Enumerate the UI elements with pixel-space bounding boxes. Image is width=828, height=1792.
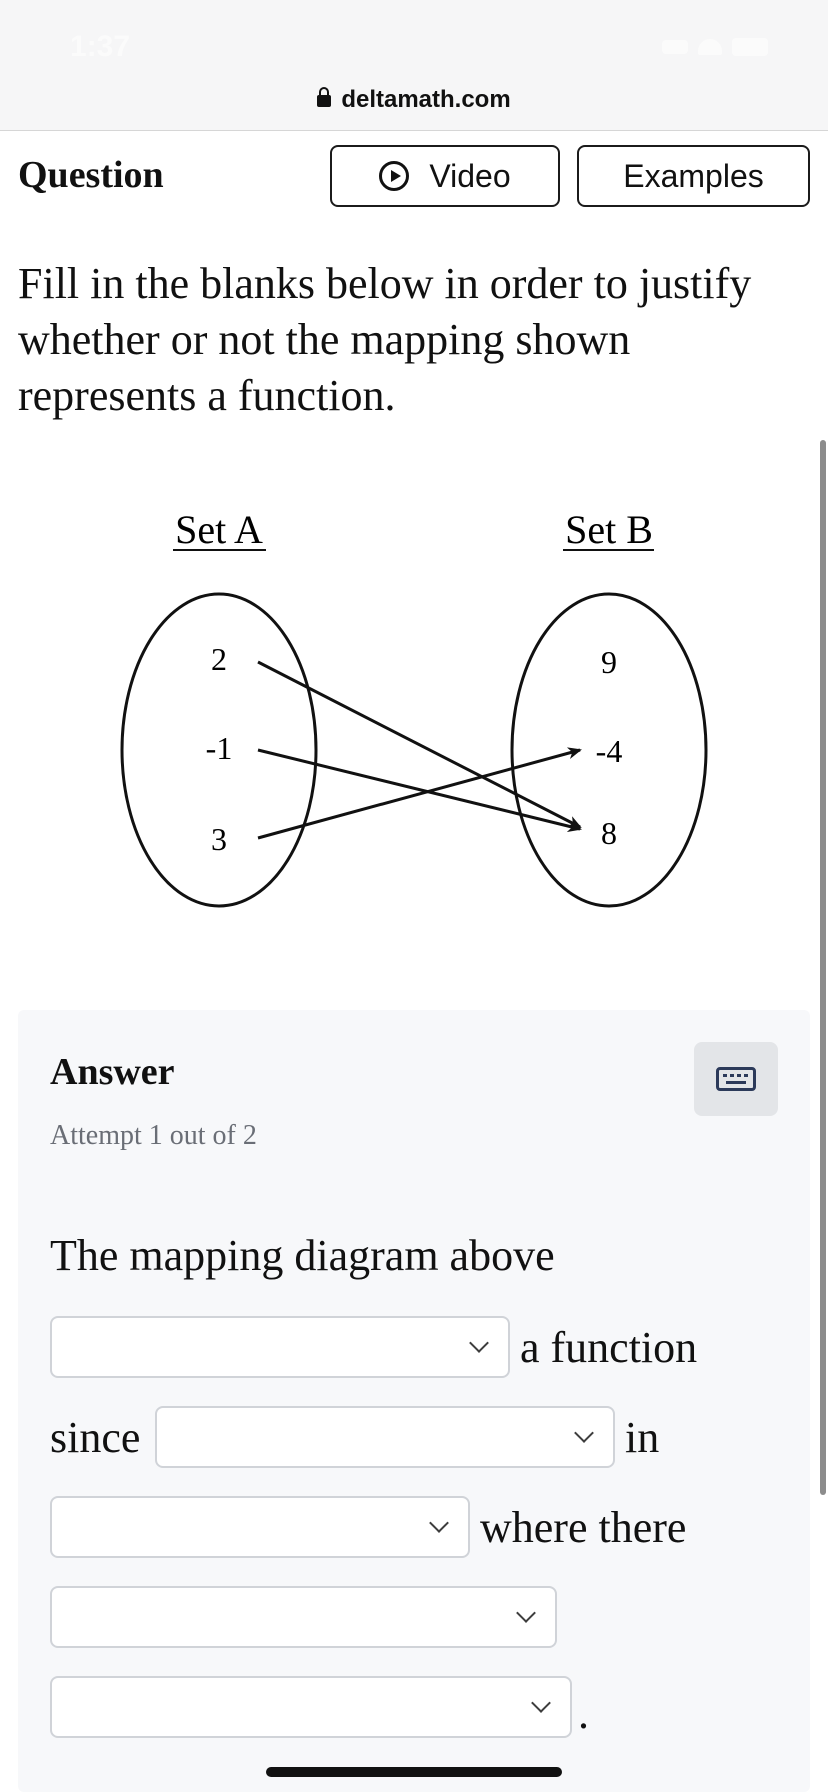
wifi-icon: [698, 39, 722, 55]
chevron-down-icon: [531, 1693, 551, 1713]
dropdown-reason[interactable]: [155, 1406, 615, 1468]
dropdown-detail[interactable]: [50, 1676, 572, 1738]
set-a-element: -1: [206, 730, 233, 766]
answer-heading: Answer: [50, 1051, 175, 1093]
answer-panel: Answer Attempt 1 out of 2 The mapping di…: [18, 1010, 810, 1792]
battery-icon: [732, 38, 768, 56]
keyboard-icon: [716, 1067, 756, 1091]
status-time: 1:37: [70, 30, 131, 63]
mapping-diagram: Set A Set B 2 -1 3 9 -4 8: [0, 500, 828, 940]
set-a-label: Set A: [175, 507, 263, 552]
video-button-label: Video: [429, 157, 511, 194]
mapping-diagram-svg: Set A Set B 2 -1 3 9 -4 8: [120, 507, 708, 908]
set-a-element: 2: [211, 641, 227, 677]
chevron-down-icon: [516, 1603, 536, 1623]
text-period: .: [578, 1689, 589, 1738]
scrollbar[interactable]: [820, 440, 826, 1495]
attempt-counter: Attempt 1 out of 2: [50, 1120, 257, 1151]
signal-icon: [662, 40, 688, 54]
chevron-down-icon: [574, 1423, 594, 1443]
home-indicator[interactable]: [266, 1767, 562, 1777]
text-since: since: [50, 1413, 141, 1462]
question-prompt: Fill in the blanks below in order to jus…: [18, 259, 752, 420]
chevron-down-icon: [429, 1513, 449, 1533]
video-button[interactable]: Video: [330, 145, 560, 207]
set-b-label: Set B: [565, 507, 653, 552]
text-a-function: a function: [520, 1323, 698, 1372]
set-b-element: -4: [596, 733, 623, 769]
dropdown-set[interactable]: [50, 1496, 470, 1558]
examples-button-label: Examples: [623, 157, 764, 194]
dropdown-is-function[interactable]: [50, 1316, 510, 1378]
examples-button[interactable]: Examples: [577, 145, 810, 207]
address-bar[interactable]: deltamath.com: [0, 86, 828, 114]
browser-top-bar: 1:37 deltamath.com: [0, 0, 828, 131]
set-b-element: 8: [601, 815, 617, 851]
text-in: in: [625, 1413, 660, 1462]
answer-statement: The mapping diagram above: [50, 1231, 555, 1280]
lock-icon: [317, 87, 332, 107]
question-heading: Question: [18, 154, 164, 196]
status-icons: [662, 38, 768, 56]
url-text: deltamath.com: [341, 86, 511, 113]
chevron-down-icon: [469, 1333, 489, 1353]
dropdown-quantity[interactable]: [50, 1586, 557, 1648]
text-where-there: where there: [480, 1503, 687, 1552]
set-b-element: 9: [601, 644, 617, 680]
arrow-2-to-8: [257, 660, 582, 829]
set-a-element: 3: [211, 821, 227, 857]
play-circle-icon: [379, 161, 410, 191]
keyboard-button[interactable]: [694, 1042, 778, 1116]
